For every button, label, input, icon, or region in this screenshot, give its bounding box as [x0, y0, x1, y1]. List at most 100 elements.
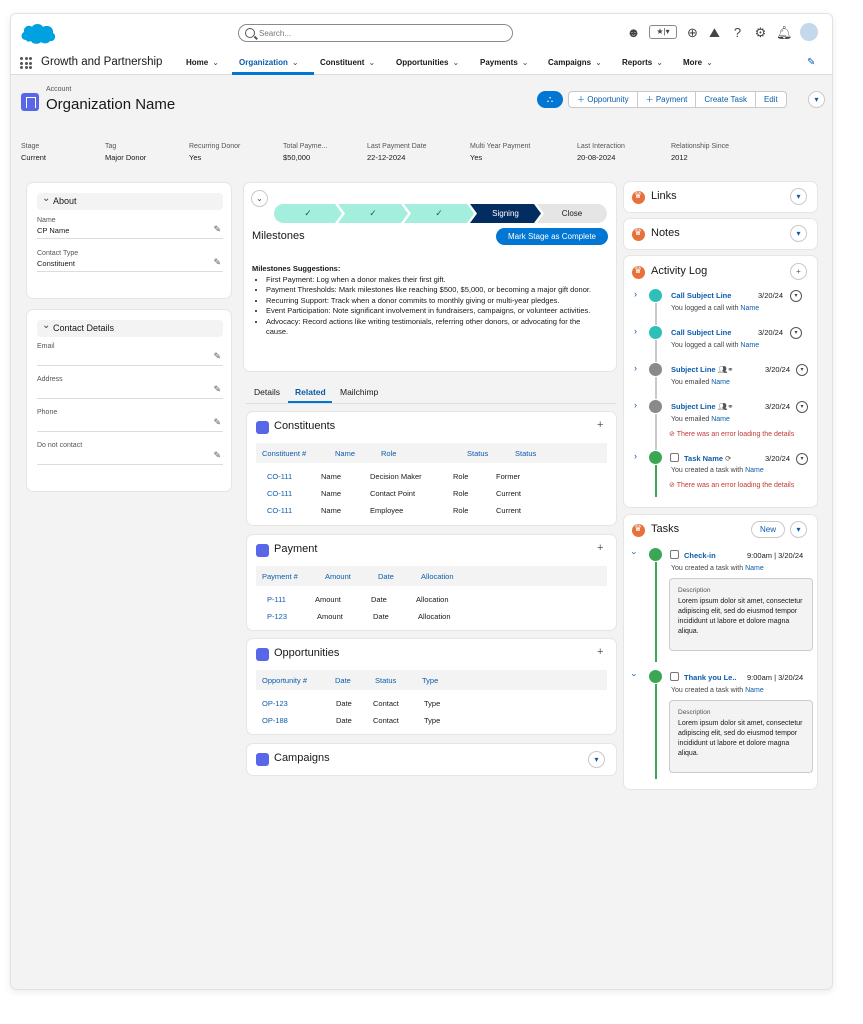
tab-details[interactable]: Details [254, 387, 280, 397]
task-checkbox[interactable] [670, 672, 679, 681]
chevron-down-icon[interactable]: ⌄ [522, 58, 529, 67]
chevron-down-icon[interactable]: ⌄ [368, 58, 375, 67]
nav-more[interactable]: More ⌄ [683, 58, 713, 67]
edit-pencil-icon[interactable]: ✎ [213, 384, 221, 395]
activity-subject-link[interactable]: Call Subject Line [671, 328, 731, 337]
chevron-down-icon[interactable]: ⌄ [292, 58, 299, 67]
name-link[interactable]: Name [745, 565, 764, 572]
column-header[interactable]: Amount [325, 572, 351, 581]
column-header[interactable]: Payment # [262, 572, 298, 581]
activity-subject-link[interactable]: Subject Line 👥︎⚭ [671, 402, 734, 411]
path-toggle-icon[interactable]: ⌄ [251, 190, 268, 207]
column-header[interactable]: Status [467, 449, 488, 458]
activity-subject-link[interactable]: Task Name ⟳ [684, 454, 731, 463]
chevron-down-icon[interactable]: ▾ [790, 290, 802, 302]
help-icon[interactable]: ? [730, 25, 745, 40]
chevron-down-icon[interactable]: ⌄ [706, 58, 713, 67]
path-step-2[interactable]: ✓ [338, 204, 408, 223]
name-link[interactable]: Name [745, 467, 764, 474]
bell-icon[interactable]: 🔔︎ [776, 25, 793, 40]
avatar[interactable] [800, 23, 818, 41]
expand-icon[interactable]: › [634, 400, 637, 410]
new-opportunity-button[interactable]: ＋ Opportunity [569, 92, 638, 107]
edit-pencil-icon[interactable]: ✎ [213, 351, 221, 362]
task-subject-link[interactable]: Thank you Le.. [684, 673, 737, 682]
hierarchy-button[interactable]: ⛬ [537, 91, 563, 108]
add-icon[interactable]: + [597, 542, 603, 554]
column-header[interactable]: Date [378, 572, 394, 581]
contact-details-section-header[interactable]: Contact Details [37, 317, 223, 337]
new-task-button[interactable]: New [751, 521, 785, 538]
add-icon[interactable]: ⊕ [685, 25, 700, 40]
column-header[interactable]: Status [515, 449, 536, 458]
task-checkbox[interactable] [670, 550, 679, 559]
add-icon[interactable]: + [597, 419, 603, 431]
task-subject-link[interactable]: Check-in [684, 551, 716, 560]
opportunity-link[interactable]: OP-123 [262, 699, 288, 708]
opportunity-link[interactable]: OP-188 [262, 716, 288, 725]
name-link[interactable]: Name [711, 379, 730, 386]
add-icon[interactable]: + [597, 646, 603, 658]
column-header[interactable]: Type [422, 676, 438, 685]
column-header[interactable]: Allocation [421, 572, 454, 581]
path-step-3[interactable]: ✓ [404, 204, 474, 223]
expand-icon[interactable]: › [634, 289, 637, 299]
nav-home[interactable]: Home ⌄ [186, 58, 219, 67]
chevron-down-icon[interactable]: ▾ [796, 453, 808, 465]
favorites-icon[interactable]: ★|▾ [649, 25, 677, 39]
payment-link[interactable]: P-123 [267, 612, 287, 621]
chevron-down-icon[interactable]: ▾ [790, 327, 802, 339]
about-section-header[interactable]: About [37, 190, 223, 210]
salesforce-logo[interactable] [20, 21, 56, 45]
chevron-down-icon[interactable]: ▾ [796, 401, 808, 413]
search-input[interactable] [259, 27, 499, 40]
column-header[interactable]: Status [375, 676, 396, 685]
activity-subject-link[interactable]: Call Subject Line [671, 291, 731, 300]
nav-opportunities[interactable]: Opportunities ⌄ [396, 58, 459, 67]
collapse-icon[interactable]: › [630, 674, 640, 677]
chevron-down-icon[interactable]: ▾ [790, 188, 807, 205]
mark-complete-button[interactable]: Mark Stage as Complete [496, 228, 608, 245]
trailhead-icon[interactable]: ⛰ [707, 25, 722, 40]
nav-organization[interactable]: Organization ⌄ [239, 58, 299, 67]
edit-pencil-icon[interactable]: ✎ [213, 257, 221, 268]
chevron-down-icon[interactable]: ⌄ [595, 58, 602, 67]
app-launcher-icon[interactable] [20, 57, 32, 69]
payment-link[interactable]: P-111 [267, 595, 286, 604]
edit-button[interactable]: Edit [756, 92, 786, 107]
chevron-down-icon[interactable]: ⌄ [452, 58, 459, 67]
collapse-icon[interactable]: › [630, 552, 640, 555]
column-header[interactable]: Role [381, 449, 396, 458]
chevron-down-icon[interactable]: ▾ [796, 364, 808, 376]
expand-icon[interactable]: › [634, 326, 637, 336]
name-link[interactable]: Name [740, 342, 759, 349]
gear-icon[interactable]: ⚙ [753, 25, 768, 40]
activity-subject-link[interactable]: Subject Line 👥︎⚭ [671, 365, 734, 374]
constituent-link[interactable]: CO-111 [267, 489, 292, 498]
create-task-button[interactable]: Create Task [696, 92, 756, 107]
chevron-down-icon[interactable]: ⌄ [212, 58, 219, 67]
edit-pencil-icon[interactable]: ✎ [213, 224, 221, 235]
more-actions-icon[interactable]: ▾ [808, 91, 825, 108]
add-activity-icon[interactable]: + [790, 263, 807, 280]
constituent-link[interactable]: CO-111 [267, 506, 292, 515]
constituent-link[interactable]: CO-111 [267, 472, 292, 481]
name-link[interactable]: Name [745, 687, 764, 694]
edit-nav-icon[interactable]: ✎ [807, 57, 815, 68]
expand-icon[interactable]: › [634, 363, 637, 373]
column-header[interactable]: Constituent # [262, 449, 306, 458]
path-step-current[interactable]: Signing [470, 204, 541, 223]
nav-constituent[interactable]: Constituent ⌄ [320, 58, 375, 67]
einstein-icon[interactable]: ☻ [626, 25, 641, 40]
chevron-down-icon[interactable]: ▾ [790, 225, 807, 242]
path-step-close[interactable]: Close [537, 204, 607, 223]
nav-payments[interactable]: Payments ⌄ [480, 58, 529, 67]
new-payment-button[interactable]: ＋ Payment [638, 92, 697, 107]
chevron-down-icon[interactable]: ⌄ [656, 58, 663, 67]
name-link[interactable]: Name [711, 416, 730, 423]
path-step-1[interactable]: ✓ [274, 204, 342, 223]
column-header[interactable]: Date [335, 676, 351, 685]
edit-pencil-icon[interactable]: ✎ [213, 417, 221, 428]
tab-related[interactable]: Related [295, 387, 326, 397]
chevron-down-icon[interactable]: ▾ [588, 751, 605, 768]
